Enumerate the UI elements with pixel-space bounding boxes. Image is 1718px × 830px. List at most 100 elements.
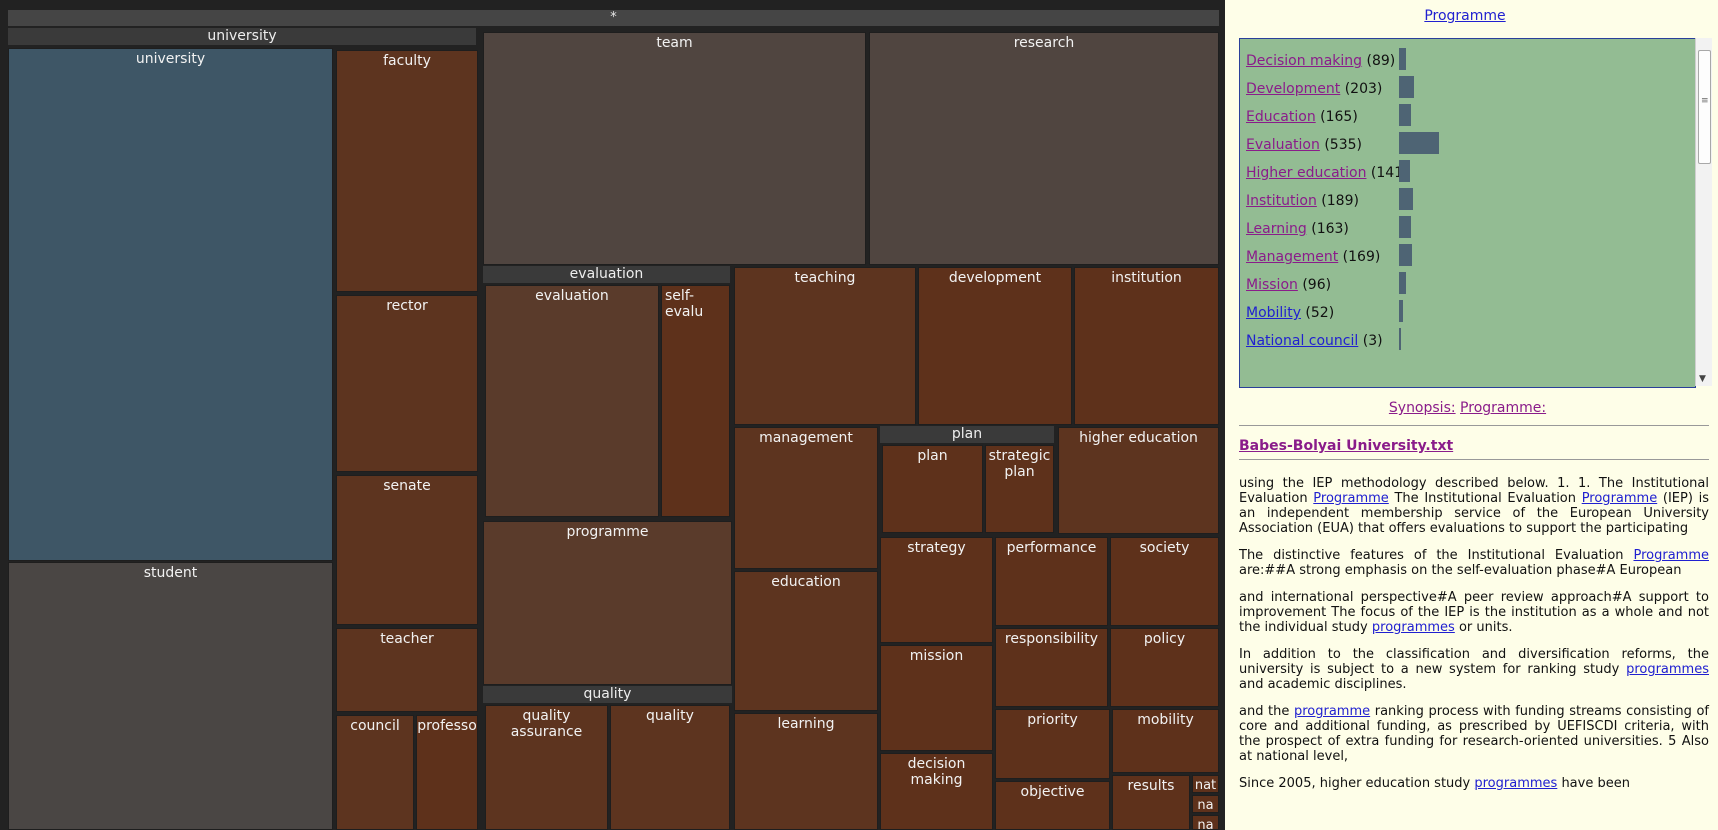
facet-count: (163) — [1306, 221, 1349, 237]
facet-count: (52) — [1300, 305, 1335, 321]
cell-nat[interactable]: nat — [1192, 775, 1219, 793]
cell-society[interactable]: society — [1110, 537, 1219, 626]
cell-senate[interactable]: senate — [336, 475, 478, 625]
cell-mobility[interactable]: mobility — [1112, 709, 1219, 773]
facet-count: (189) — [1316, 193, 1359, 209]
facet-count: (203) — [1340, 81, 1383, 97]
cell-quality[interactable]: quality — [610, 705, 730, 830]
facet-count: (169) — [1338, 249, 1381, 265]
synopsis-programme-link[interactable]: Programme: — [1460, 400, 1546, 416]
facet-bar — [1399, 272, 1406, 294]
cell-management[interactable]: management — [734, 427, 878, 569]
cell-evaluation[interactable]: evaluation — [485, 285, 659, 517]
facet-item: Education (165) — [1246, 107, 1358, 127]
facet-item: Evaluation (535) — [1246, 135, 1362, 155]
group-university[interactable]: university — [8, 28, 476, 45]
grip-icon: ≡ — [1701, 96, 1709, 106]
cell-learning[interactable]: learning — [734, 713, 878, 830]
facet-list[interactable]: Decision making (89) Development (203) Edu… — [1239, 38, 1696, 388]
facet-link[interactable]: Mobility — [1246, 305, 1301, 321]
facet-link[interactable]: Development — [1246, 81, 1340, 97]
divider — [1239, 459, 1709, 460]
group-evaluation[interactable]: evaluation — [483, 266, 730, 283]
cell-priority[interactable]: priority — [995, 709, 1110, 779]
facet-bar — [1399, 48, 1406, 70]
facet-item: Learning (163) — [1246, 219, 1349, 239]
cell-responsibility[interactable]: responsibility — [995, 628, 1108, 707]
facet-bar — [1399, 76, 1414, 98]
document-paragraph: and international perspective#A peer rev… — [1239, 590, 1709, 635]
cell-na-2[interactable]: na — [1192, 815, 1219, 830]
keyword-link[interactable]: Programme — [1582, 491, 1658, 506]
cell-plan[interactable]: plan — [882, 445, 983, 533]
document-paragraph: and the programme ranking process with f… — [1239, 704, 1709, 764]
keyword-link[interactable]: programme — [1294, 704, 1370, 719]
facet-link[interactable]: Mission — [1246, 277, 1298, 293]
keyword-link[interactable]: programmes — [1474, 776, 1557, 791]
facet-count: (165) — [1315, 109, 1358, 125]
facet-bar — [1399, 300, 1403, 322]
cell-self-evaluation[interactable]: self-evalu — [661, 285, 730, 517]
cell-education[interactable]: education — [734, 571, 878, 711]
facet-count: (535) — [1319, 137, 1362, 153]
cell-results[interactable]: results — [1112, 775, 1190, 830]
cell-quality-assurance[interactable]: quality assurance — [485, 705, 608, 830]
treemap[interactable]: * university university student faculty … — [0, 0, 1225, 830]
treemap-root-header[interactable]: * — [8, 10, 1219, 26]
cell-programme[interactable]: programme — [483, 521, 732, 685]
keyword-link[interactable]: Programme — [1313, 491, 1389, 506]
synopsis-line: Synopsis: Programme: — [1225, 400, 1710, 416]
cell-council[interactable]: council — [336, 715, 414, 830]
cell-rector[interactable]: rector — [336, 295, 478, 472]
keyword-link[interactable]: Programme — [1633, 548, 1709, 563]
cell-na-1[interactable]: na — [1192, 795, 1219, 813]
cell-policy[interactable]: policy — [1110, 628, 1219, 707]
facet-link[interactable]: National council — [1246, 333, 1358, 349]
synopsis-link[interactable]: Synopsis: — [1389, 400, 1456, 416]
cell-development[interactable]: development — [918, 267, 1072, 425]
document-title: Babes-Bolyai University.txt — [1239, 438, 1453, 454]
document-title-link[interactable]: Babes-Bolyai University.txt — [1239, 438, 1453, 454]
facet-scrollbar[interactable]: ≡ ▼ — [1695, 38, 1712, 386]
facet-bar — [1399, 328, 1401, 350]
facet-link[interactable]: Management — [1246, 249, 1338, 265]
facet-bar — [1399, 132, 1439, 154]
cell-objective[interactable]: objective — [995, 781, 1110, 830]
cell-research[interactable]: research — [869, 32, 1219, 265]
cell-higher-education[interactable]: higher education — [1058, 427, 1219, 534]
facet-item: Institution (189) — [1246, 191, 1359, 211]
facet-bar — [1399, 104, 1411, 126]
keyword-link[interactable]: programmes — [1626, 662, 1709, 677]
cell-strategy[interactable]: strategy — [880, 537, 993, 643]
cell-institution[interactable]: institution — [1074, 267, 1219, 425]
cell-decision-making[interactable]: decision making — [880, 753, 993, 830]
cell-professor[interactable]: professo — [416, 715, 478, 830]
facet-link[interactable]: Evaluation — [1246, 137, 1320, 153]
cell-teaching[interactable]: teaching — [734, 267, 916, 425]
divider — [1239, 425, 1709, 426]
facet-link[interactable]: Institution — [1246, 193, 1317, 209]
cell-strategic-plan[interactable]: strategic plan — [985, 445, 1054, 533]
facet-link[interactable]: Education — [1246, 109, 1316, 125]
group-quality[interactable]: quality — [483, 686, 732, 703]
cell-teacher[interactable]: teacher — [336, 628, 478, 712]
panel-title-link[interactable]: Programme — [1424, 8, 1505, 24]
scrollbar-thumb[interactable]: ≡ — [1698, 50, 1711, 164]
cell-team[interactable]: team — [483, 32, 866, 265]
cell-mission[interactable]: mission — [880, 645, 993, 751]
facet-item: Higher education (141) — [1246, 163, 1409, 183]
cell-student[interactable]: student — [8, 562, 333, 830]
cell-university[interactable]: university — [8, 48, 333, 561]
facet-link[interactable]: Decision making — [1246, 53, 1362, 69]
cell-faculty[interactable]: faculty — [336, 50, 478, 292]
group-plan[interactable]: plan — [880, 426, 1054, 443]
keyword-link[interactable]: programmes — [1372, 620, 1455, 635]
panel-title: Programme — [1225, 8, 1705, 24]
scroll-down-arrow-icon[interactable]: ▼ — [1699, 374, 1706, 384]
facet-link[interactable]: Learning — [1246, 221, 1307, 237]
document-paragraph: Since 2005, higher education study progr… — [1239, 776, 1630, 791]
facet-link[interactable]: Higher education — [1246, 165, 1366, 181]
facet-item: Mission (96) — [1246, 275, 1331, 295]
cell-performance[interactable]: performance — [995, 537, 1108, 626]
document-excerpts: using the IEP methodology described belo… — [1239, 476, 1709, 803]
